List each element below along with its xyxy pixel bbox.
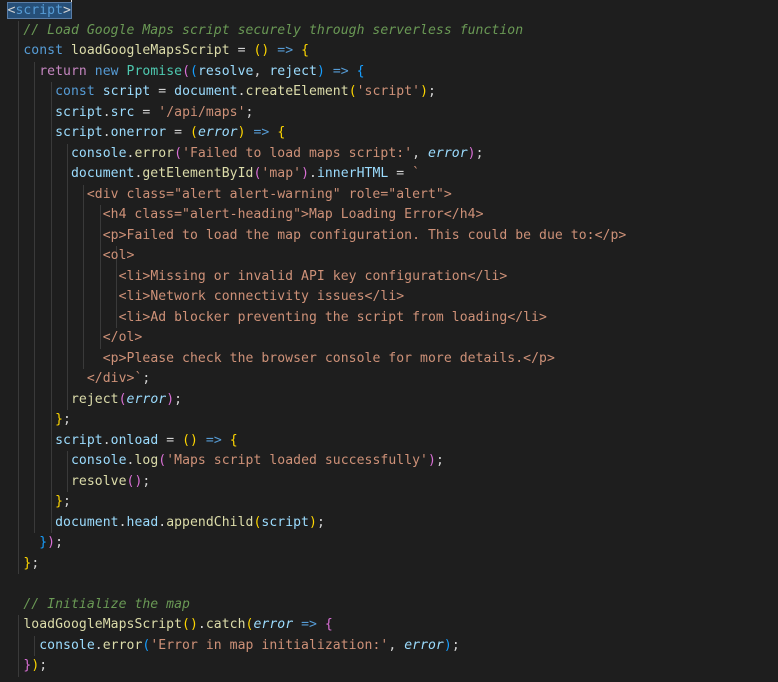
code-line: <li>Network connectivity issues</li> (118, 289, 405, 304)
code-line: // Initialize the map (23, 596, 190, 612)
code-line: // Load Google Maps script securely thro… (23, 22, 524, 38)
code-line: }; (55, 494, 71, 509)
code-line: }; (55, 412, 71, 427)
code-line: <li>Ad blocker preventing the script fro… (118, 309, 547, 325)
code-line: console.error('Failed to load maps scrip… (70, 145, 484, 161)
code-line: reject(error); (70, 391, 183, 407)
code-line: </ol> (102, 330, 143, 345)
code-line: <p>Please check the browser console for … (102, 350, 555, 366)
code-line: document.head.appendChild(script); (55, 514, 325, 530)
code-line: document.getElementById('map').innerHTML… (70, 166, 421, 181)
code-line: const script = document.createElement('s… (55, 84, 436, 99)
code-line: }); (39, 535, 64, 550)
code-line: return new Promise((resolve, reject) => … (39, 63, 365, 79)
code-line: resolve(); (70, 473, 151, 489)
code-line: </div>`; (86, 371, 151, 386)
code-line: <li>Missing or invalid API key configura… (118, 268, 508, 284)
code-line: script.onload = () => { (55, 432, 238, 448)
code-line: <ol> (102, 248, 135, 263)
code-line: <script> (6, 0, 72, 21)
code-line: script.src = '/api/maps'; (55, 104, 254, 120)
code-line: }); (23, 658, 48, 673)
code-editor[interactable]: <script> // Load Google Maps script secu… (0, 0, 778, 682)
code-line: <div class="alert alert-warning" role="a… (86, 186, 452, 202)
code-line: console.log('Maps script loaded successf… (70, 453, 444, 468)
code-line: console.error('Error in map initializati… (39, 637, 460, 653)
code-line: }; (23, 555, 40, 571)
code-line: script.onerror = (error) => { (55, 125, 286, 140)
code-line: <h4 class="alert-heading">Map Loading Er… (102, 207, 484, 222)
code-line: <p>Failed to load the map configuration.… (102, 227, 627, 243)
code-line: loadGoogleMapsScript().catch(error => { (23, 617, 333, 632)
code-line: const loadGoogleMapsScript = () => { (23, 43, 310, 58)
